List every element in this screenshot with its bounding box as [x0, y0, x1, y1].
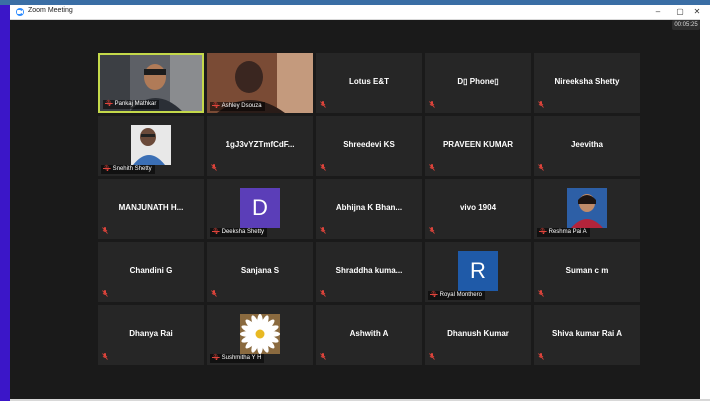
participant-tile-ashwith-a[interactable]: Ashwith A [316, 305, 422, 365]
minimize-button[interactable]: – [646, 5, 670, 19]
meeting-timer: 00:05:25 [672, 20, 700, 30]
participant-label: 🎙︎ Reshma Pai A [537, 228, 590, 237]
participant-name: Shiva kumar Rai A [552, 329, 622, 338]
muted-mic-icon [429, 353, 435, 362]
muted-mic-icon [429, 164, 435, 173]
screen-left-border [0, 5, 10, 401]
participant-tile-pankaj-mathkar[interactable]: 🎙︎ Pankaj Mathkar [98, 53, 204, 113]
window-title: Zoom Meeting [28, 7, 73, 14]
muted-mic-icon: 🎙︎ [212, 103, 220, 109]
participant-name: Chandini G [129, 266, 173, 275]
participant-tile-d-phone[interactable]: D▯ Phone▯ [425, 53, 531, 113]
muted-mic-icon [429, 101, 435, 110]
participant-name: D▯ Phone▯ [457, 77, 499, 86]
participant-label: 🎙︎ Royal Monthero [428, 291, 485, 300]
muted-mic-icon [538, 290, 544, 299]
participant-tile-reshma-pai-a[interactable]: 🎙︎ Reshma Pai A [534, 179, 640, 239]
participant-tile-sushmitha-y-h[interactable]: 🎙︎ Sushmitha Y H [207, 305, 313, 365]
participant-label: 🎙︎ Ashley Dsouza [210, 102, 265, 111]
muted-mic-icon [211, 290, 217, 299]
participant-tile-dhanya-rai[interactable]: Dhanya Rai [98, 305, 204, 365]
muted-mic-icon: 🎙︎ [539, 229, 547, 235]
participant-label-text: Snehith Shetty [112, 166, 152, 172]
participant-tile-vivo-1904[interactable]: vivo 1904 [425, 179, 531, 239]
muted-mic-icon: 🎙︎ [212, 355, 220, 361]
muted-mic-icon [538, 164, 544, 173]
participant-name: Abhijna K Bhan... [335, 203, 403, 212]
avatar-initial: R [458, 251, 498, 291]
participant-label: 🎙︎ Sushmitha Y H [210, 354, 265, 363]
participant-tile-shraddha-kuma[interactable]: Shraddha kuma... [316, 242, 422, 302]
muted-mic-icon [211, 164, 217, 173]
participant-name: Shreedevi KS [343, 140, 395, 149]
muted-mic-icon [320, 101, 326, 110]
participant-label: 🎙︎ Snehith Shetty [101, 165, 155, 174]
participant-label: 🎙︎ Deeksha Shetty [210, 228, 267, 237]
participant-label: 🎙︎ Pankaj Mathkar [103, 100, 160, 109]
participant-tile-royal-monthero[interactable]: R 🎙︎ Royal Monthero [425, 242, 531, 302]
participant-name: vivo 1904 [459, 203, 497, 212]
participant-label-text: Reshma Pai A [548, 229, 587, 235]
participant-name: Sanjana S [240, 266, 280, 275]
participant-name: PRAVEEN KUMAR [442, 140, 514, 149]
participant-label-text: Royal Monthero [439, 292, 482, 298]
participant-tile-1gj3vyztmfcdf[interactable]: 1gJ3vYZTmfCdF... [207, 116, 313, 176]
participant-tile-shreedevi-ks[interactable]: Shreedevi KS [316, 116, 422, 176]
participant-tile-snehith-shetty[interactable]: 🎙︎ Snehith Shetty [98, 116, 204, 176]
participant-tile-jeevitha[interactable]: Jeevitha [534, 116, 640, 176]
avatar-initial: D [240, 188, 280, 228]
participant-tile-lotus-e-t[interactable]: Lotus E&T [316, 53, 422, 113]
zoom-logo-icon [16, 8, 24, 16]
muted-mic-icon: 🎙︎ [212, 229, 220, 235]
participant-name: Lotus E&T [349, 77, 389, 86]
participant-tile-sanjana-s[interactable]: Sanjana S [207, 242, 313, 302]
profile-picture [567, 188, 607, 228]
participant-tile-chandini-g[interactable]: Chandini G [98, 242, 204, 302]
participant-name: Dhanush Kumar [447, 329, 509, 338]
participant-name: Shraddha kuma... [335, 266, 403, 275]
participant-tile-manjunath-h[interactable]: MANJUNATH H... [98, 179, 204, 239]
profile-picture [131, 125, 171, 165]
participant-name: 1gJ3vYZTmfCdF... [225, 140, 295, 149]
participant-name: MANJUNATH H... [118, 203, 184, 212]
muted-mic-icon [320, 164, 326, 173]
participant-name: Dhanya Rai [129, 329, 173, 338]
participant-tile-praveen-kumar[interactable]: PRAVEEN KUMAR [425, 116, 531, 176]
muted-mic-icon [538, 353, 544, 362]
participant-name: Nireeksha Shetty [554, 77, 620, 86]
muted-mic-icon: 🎙︎ [430, 292, 438, 298]
muted-mic-icon [102, 353, 108, 362]
participant-name: Suman c m [565, 266, 609, 275]
participant-name: Ashwith A [349, 329, 389, 338]
muted-mic-icon [320, 290, 326, 299]
close-button[interactable]: ✕ [690, 5, 700, 19]
participant-label-text: Deeksha Shetty [221, 229, 264, 235]
maximize-button[interactable]: ▢ [668, 5, 692, 19]
participant-tile-ashley-dsouza[interactable]: 🎙︎ Ashley Dsouza [207, 53, 313, 113]
muted-mic-icon [320, 353, 326, 362]
participant-tile-nireeksha-shetty[interactable]: Nireeksha Shetty [534, 53, 640, 113]
participant-tile-dhanush-kumar[interactable]: Dhanush Kumar [425, 305, 531, 365]
muted-mic-icon [538, 101, 544, 110]
muted-mic-icon [102, 227, 108, 236]
participant-tile-suman-c-m[interactable]: Suman c m [534, 242, 640, 302]
muted-mic-icon: 🎙︎ [103, 166, 111, 172]
title-bar: Zoom Meeting – ▢ ✕ [10, 5, 700, 20]
participant-label-text: Ashley Dsouza [221, 103, 262, 109]
participant-tile-abhijna-k-bhan[interactable]: Abhijna K Bhan... [316, 179, 422, 239]
participant-label-text: Sushmitha Y H [221, 355, 262, 361]
muted-mic-icon [320, 227, 326, 236]
muted-mic-icon [429, 227, 435, 236]
participant-tile-shiva-kumar-rai-a[interactable]: Shiva kumar Rai A [534, 305, 640, 365]
participant-tile-deeksha-shetty[interactable]: D 🎙︎ Deeksha Shetty [207, 179, 313, 239]
muted-mic-icon [102, 290, 108, 299]
participant-name: Jeevitha [570, 140, 604, 149]
muted-mic-icon: 🎙︎ [105, 101, 113, 107]
profile-picture [240, 314, 280, 354]
participant-label-text: Pankaj Mathkar [114, 101, 157, 107]
